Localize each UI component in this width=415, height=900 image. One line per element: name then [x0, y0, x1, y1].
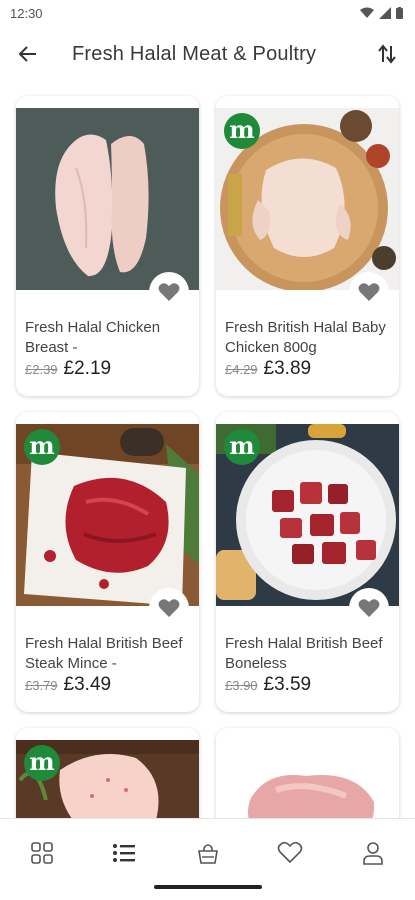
sort-button[interactable] — [359, 30, 415, 78]
product-name: Fresh Halal British Beef Boneless — [225, 635, 383, 672]
nav-basket[interactable] — [188, 833, 228, 873]
battery-icon — [396, 7, 403, 19]
bag-icon — [198, 844, 218, 864]
heart-icon — [358, 599, 380, 617]
price: £3.59 — [263, 674, 312, 695]
sort-arrows-icon — [378, 44, 396, 64]
product-name: Fresh Halal British Beef Steak Mince - — [25, 635, 183, 672]
old-price: £3.79 — [25, 678, 58, 693]
favorite-button[interactable] — [149, 588, 189, 628]
back-button[interactable] — [0, 30, 56, 78]
nav-categories-grid[interactable] — [22, 833, 62, 873]
arrow-left-icon — [18, 46, 36, 62]
brand-badge: m — [224, 429, 260, 465]
status-bar: 12:30 — [0, 0, 415, 26]
profile-icon — [363, 842, 383, 865]
product-name: Fresh Halal Chicken Breast - — [25, 319, 161, 356]
product-name: Fresh British Halal Baby Chicken 800g — [225, 319, 386, 356]
grid-icon — [31, 842, 53, 864]
wifi-icon — [360, 7, 374, 18]
heart-icon — [358, 283, 380, 301]
brand-badge: m — [224, 113, 260, 149]
old-price: £3.90 — [225, 678, 258, 693]
nav-favorites[interactable] — [270, 833, 310, 873]
favorite-button[interactable] — [349, 272, 389, 312]
old-price: £4.29 — [225, 362, 258, 377]
home-indicator — [154, 885, 262, 889]
product-card[interactable]: m Fresh Halal British Beef Steak Mince -… — [16, 412, 199, 712]
price: £3.89 — [263, 358, 312, 379]
brand-badge: m — [24, 429, 60, 465]
app-bar: Fresh Halal Meat & Poultry — [0, 30, 415, 78]
status-time: 12:30 — [10, 5, 43, 21]
product-image — [16, 108, 199, 290]
favorite-button[interactable] — [149, 272, 189, 312]
list-icon — [113, 844, 135, 862]
heart-icon — [277, 841, 303, 864]
nav-account[interactable] — [353, 833, 393, 873]
heart-icon — [158, 283, 180, 301]
nav-list[interactable] — [104, 833, 144, 873]
product-card[interactable]: Fresh Halal Chicken Breast - £2.39 £2.19 — [16, 96, 199, 396]
heart-icon — [158, 599, 180, 617]
signal-icon — [379, 7, 391, 19]
favorite-button[interactable] — [349, 588, 389, 628]
brand-badge: m — [24, 745, 60, 781]
price: £2.19 — [63, 358, 112, 379]
old-price: £2.39 — [25, 362, 58, 377]
page-title: Fresh Halal Meat & Poultry — [72, 42, 317, 65]
price: £3.49 — [63, 674, 112, 695]
product-card[interactable]: m Fresh British Halal Baby Chicken 800g … — [216, 96, 399, 396]
product-card[interactable]: m Fresh Halal British Beef Boneless £3.9… — [216, 412, 399, 712]
